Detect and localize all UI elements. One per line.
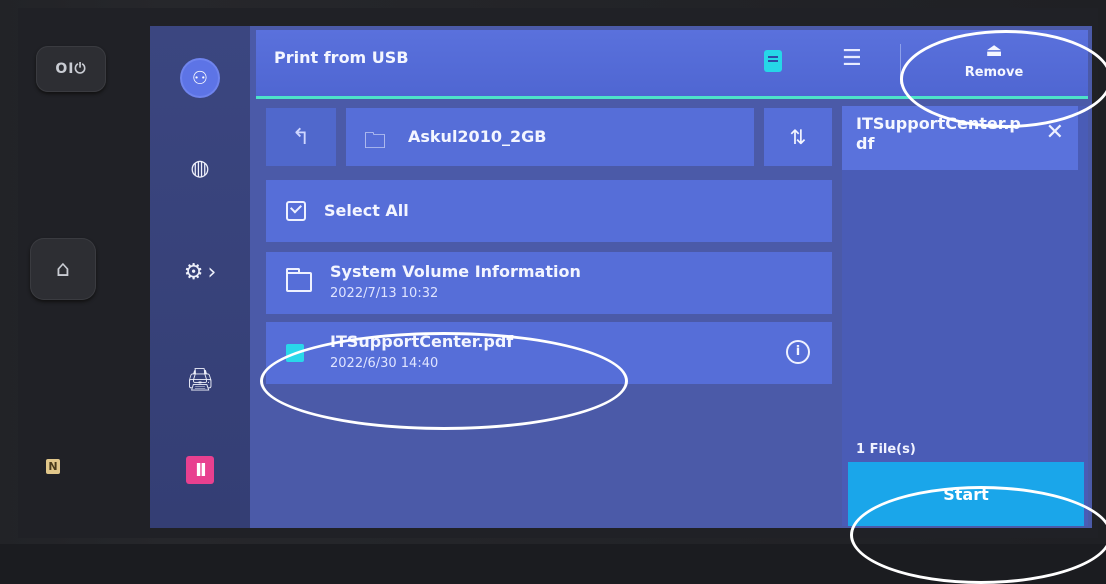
back-button[interactable]: ↰ <box>266 108 336 166</box>
sidebar: ⚇ ◍ ⚙ › 🖨 II <box>150 26 250 528</box>
selected-file-card[interactable]: ITSupportCenter.pdf ✕ <box>842 106 1078 170</box>
item-name: System Volume Information <box>330 262 581 281</box>
folder-icon <box>286 268 312 292</box>
item-name: ITSupportCenter.pdf <box>330 332 514 351</box>
sidebar-item-jobs[interactable]: 🖨 <box>150 358 250 402</box>
page-title: Print from USB <box>274 48 409 67</box>
list-item[interactable]: System Volume Information 2022/7/13 10:3… <box>266 252 832 314</box>
checkbox-icon <box>286 201 306 221</box>
printer-icon: 🖨 <box>186 367 214 393</box>
folder-name: Askul2010_2GB <box>408 127 547 146</box>
remove-button[interactable]: ⏏ Remove <box>920 38 1068 90</box>
document-icon[interactable] <box>764 50 782 72</box>
home-icon: ⌂ <box>56 256 70 282</box>
list-item[interactable]: ITSupportCenter.pdf 2022/6/30 14:40 i <box>266 322 832 384</box>
nfc-icon: N <box>46 459 60 474</box>
selected-checkbox-icon[interactable] <box>286 344 304 362</box>
close-icon[interactable]: ✕ <box>1046 120 1064 145</box>
back-arrow-icon: ↰ <box>291 124 311 150</box>
chevron-right-icon: › <box>207 259 217 285</box>
home-button[interactable]: ⌂ <box>30 238 96 300</box>
sidebar-item-settings[interactable]: ⚙ › <box>150 250 250 294</box>
selected-file-name: ITSupportCenter.pdf <box>856 114 1021 153</box>
file-count: 1 File(s) <box>856 442 916 457</box>
power-icon: OI⏻ <box>55 61 87 77</box>
globe-icon: ◍ <box>190 155 210 181</box>
eject-icon: ⏏ <box>985 40 1003 61</box>
select-all-label: Select All <box>324 201 409 220</box>
selected-files-panel: ITSupportCenter.pdf ✕ 1 File(s) Start <box>842 106 1088 526</box>
remove-label: Remove <box>964 65 1024 80</box>
sort-button[interactable]: ⇅ <box>764 108 832 166</box>
sidebar-item-language[interactable]: ◍ <box>150 146 250 190</box>
sliders-icon[interactable]: ☰ <box>842 46 862 71</box>
info-icon[interactable]: i <box>786 340 810 364</box>
select-all-button[interactable]: Select All <box>266 180 832 242</box>
item-date: 2022/7/13 10:32 <box>330 286 439 301</box>
item-date: 2022/6/30 14:40 <box>330 356 439 371</box>
user-icon: ⚇ <box>182 60 218 96</box>
sort-icon: ⇅ <box>789 125 807 149</box>
folder-icon: 🗀 <box>364 129 387 154</box>
pause-icon: II <box>186 456 214 484</box>
current-folder[interactable]: 🗀 Askul2010_2GB <box>346 108 754 166</box>
header-divider <box>900 44 901 84</box>
printer-panel: OI⏻ ⌂ N ⚇ ◍ ⚙ › 🖨 II Print from USB ☰ ⏏ … <box>0 0 1106 584</box>
header: Print from USB ☰ ⏏ Remove <box>256 30 1088 99</box>
sidebar-item-pause[interactable]: II <box>150 448 250 492</box>
start-button[interactable]: Start <box>848 462 1084 526</box>
power-button[interactable]: OI⏻ <box>36 46 106 92</box>
touch-screen: ⚇ ◍ ⚙ › 🖨 II Print from USB ☰ ⏏ Remove ↰… <box>150 26 1092 528</box>
sidebar-item-user[interactable]: ⚇ <box>150 56 250 100</box>
gear-icon: ⚙ <box>183 259 204 285</box>
